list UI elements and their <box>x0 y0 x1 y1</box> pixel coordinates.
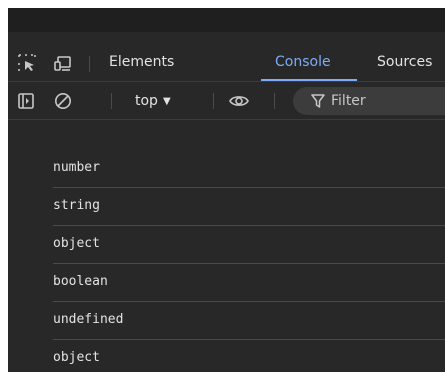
console-message-text: object <box>53 350 100 365</box>
console-message: number <box>8 150 445 188</box>
context-label: top <box>135 93 158 109</box>
console-message: string <box>8 188 445 226</box>
caret-down-icon: ▼ <box>162 96 171 107</box>
devtools-tab-bar: Elements Console Sources <box>8 45 445 81</box>
inspect-element-icon[interactable] <box>18 54 36 72</box>
filter-input[interactable]: Filter <box>293 87 445 115</box>
toolbar-divider <box>8 119 445 120</box>
console-message: boolean <box>8 264 445 302</box>
console-message: object <box>8 226 445 264</box>
console-message: undefined <box>8 302 445 340</box>
filter-icon <box>311 93 325 109</box>
console-toolbar: top ▼ Filter <box>8 83 445 119</box>
window-top-strip <box>8 8 445 32</box>
filter-placeholder: Filter <box>331 93 366 109</box>
toolbar-separator <box>111 93 112 109</box>
sidebar-toggle-icon[interactable] <box>17 92 35 110</box>
context-selector[interactable]: top ▼ <box>135 93 171 109</box>
tabbar-divider <box>8 81 445 82</box>
toolbar-separator <box>213 93 214 109</box>
tab-console[interactable]: Console <box>275 54 331 70</box>
eye-icon[interactable] <box>228 92 250 110</box>
device-toolbar-icon[interactable] <box>54 54 72 72</box>
console-message-text: undefined <box>53 312 124 327</box>
console-message-text: number <box>53 160 100 175</box>
console-message-text: string <box>53 198 100 213</box>
console-message-text: boolean <box>53 274 108 289</box>
tab-sources[interactable]: Sources <box>377 54 432 70</box>
tabbar-separator <box>89 56 90 72</box>
devtools-panel: Elements Console Sources top ▼ Filter nu… <box>8 8 445 372</box>
tab-elements[interactable]: Elements <box>109 54 174 70</box>
console-message-text: object <box>53 236 100 251</box>
console-message: object <box>8 340 445 372</box>
clear-console-icon[interactable] <box>54 92 72 110</box>
toolbar-separator <box>274 93 275 109</box>
